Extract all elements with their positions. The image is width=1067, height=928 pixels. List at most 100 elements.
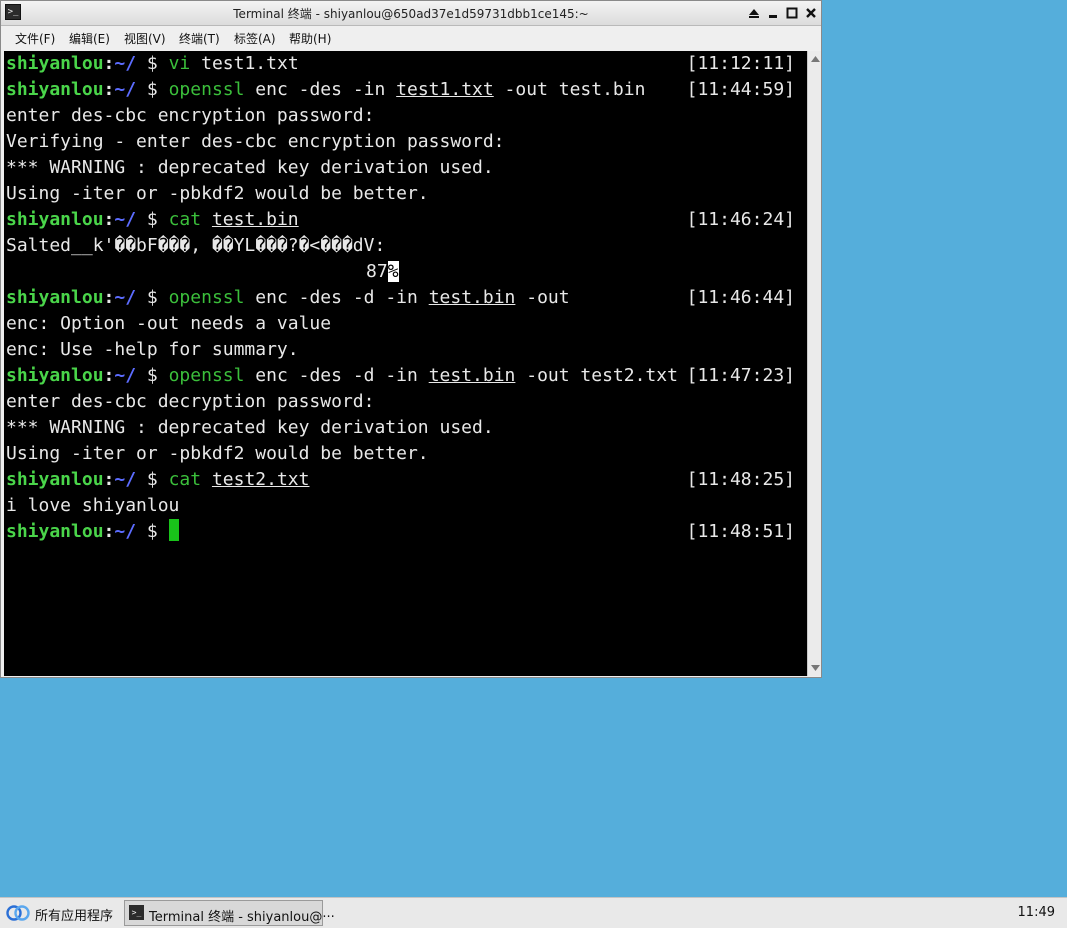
- applications-menu-icon[interactable]: [6, 904, 30, 926]
- command-name: cat: [168, 209, 202, 230]
- file-link[interactable]: test.bin: [429, 287, 516, 308]
- prompt-user: shiyanlou: [6, 287, 104, 308]
- applications-menu-button[interactable]: 所有应用程序: [35, 905, 113, 924]
- output-line: *** WARNING : deprecated key derivation …: [6, 157, 494, 178]
- prompt-colon: :: [103, 79, 115, 100]
- prompt-path: ~/: [114, 287, 137, 308]
- prompt-user: shiyanlou: [6, 53, 104, 74]
- shade-icon[interactable]: [745, 4, 762, 21]
- timestamp: [11:44:59]: [686, 79, 795, 100]
- scroll-up-icon[interactable]: [809, 53, 821, 65]
- menu-bar: 文件(F) 编辑(E) 视图(V) 终端(T) 标签(A) 帮助(H): [1, 26, 821, 48]
- command-args: -out: [515, 287, 570, 308]
- terminal-line: shiyanlou:~/ $ cat test.bin: [6, 207, 299, 233]
- prompt-symbol: $: [136, 79, 169, 100]
- prompt-colon: :: [103, 469, 115, 490]
- command-name: cat: [168, 469, 202, 490]
- prompt-user: shiyanlou: [6, 521, 104, 542]
- text-cursor[interactable]: [168, 519, 179, 541]
- prompt-symbol: $: [136, 469, 169, 490]
- current-prompt-line: shiyanlou:~/ $: [6, 519, 179, 545]
- terminal-line: shiyanlou:~/ $ vi test1.txt: [6, 51, 299, 77]
- terminal-icon: >_: [129, 905, 144, 920]
- taskbar-terminal-button[interactable]: >_ Terminal 终端 - shiyanlou@···: [124, 900, 335, 926]
- taskbar-terminal-label: Terminal 终端 - shiyanlou@···: [149, 910, 335, 925]
- timestamp: [11:48:51]: [686, 521, 795, 542]
- prompt-symbol: $: [136, 209, 169, 230]
- command-name: openssl: [168, 365, 245, 386]
- timestamp: [11:46:44]: [686, 287, 795, 308]
- command-args: enc -des -d -in: [244, 365, 429, 386]
- maximize-icon[interactable]: [783, 4, 800, 21]
- prompt-colon: :: [103, 365, 115, 386]
- prompt-path: ~/: [114, 209, 137, 230]
- prompt-user: shiyanlou: [6, 209, 104, 230]
- prompt-symbol: $: [136, 287, 169, 308]
- menu-terminal[interactable]: 终端(T): [179, 30, 220, 47]
- prompt-path: ~/: [114, 469, 137, 490]
- command-args: enc -des -in: [244, 79, 397, 100]
- binary-text: 87: [366, 261, 388, 282]
- close-icon[interactable]: [802, 4, 819, 21]
- output-line: Using -iter or -pbkdf2 would be better.: [6, 183, 429, 204]
- output-line: *** WARNING : deprecated key derivation …: [6, 417, 494, 438]
- command-args: -out test.bin: [493, 79, 646, 100]
- command-name: vi: [168, 53, 191, 74]
- title-bar[interactable]: >_ Terminal 终端 - shiyanlou@650ad37e1d597…: [1, 1, 821, 26]
- timestamp: [11:12:11]: [686, 53, 795, 74]
- timestamp: [11:48:25]: [686, 469, 795, 490]
- window-title: Terminal 终端 - shiyanlou@650ad37e1d59731d…: [233, 7, 589, 21]
- prompt-user: shiyanlou: [6, 79, 104, 100]
- output-line: Verifying - enter des-cbc encryption pas…: [6, 131, 505, 152]
- binary-output-line: 87%: [366, 259, 399, 285]
- binary-output-line: Salted__k'��bF���, ��YL���?�<���dV:: [6, 235, 386, 256]
- prompt-symbol: $: [136, 53, 169, 74]
- minimize-icon[interactable]: [764, 4, 781, 21]
- terminal-window: >_ Terminal 终端 - shiyanlou@650ad37e1d597…: [0, 0, 822, 678]
- prompt-path: ~/: [114, 53, 137, 74]
- terminal-line: shiyanlou:~/ $ openssl enc -des -d -in t…: [6, 363, 678, 389]
- terminal-line: shiyanlou:~/ $ cat test2.txt: [6, 467, 310, 493]
- menu-view[interactable]: 视图(V): [124, 30, 166, 47]
- file-link[interactable]: test.bin: [212, 209, 299, 230]
- prompt-symbol: $: [136, 521, 169, 542]
- prompt-path: ~/: [114, 521, 137, 542]
- terminal-line: shiyanlou:~/ $ openssl enc -des -in test…: [6, 77, 645, 103]
- timestamp: [11:46:24]: [686, 209, 795, 230]
- prompt-user: shiyanlou: [6, 469, 104, 490]
- command-name: openssl: [168, 287, 245, 308]
- prompt-colon: :: [103, 53, 115, 74]
- vertical-scrollbar[interactable]: [807, 51, 821, 676]
- command-name: openssl: [168, 79, 245, 100]
- end-of-output-marker: %: [387, 261, 399, 282]
- prompt-colon: :: [103, 209, 115, 230]
- command-args: test1.txt: [190, 53, 299, 74]
- terminal-line: shiyanlou:~/ $ openssl enc -des -d -in t…: [6, 285, 570, 311]
- command-args: enc -des -d -in: [244, 287, 429, 308]
- output-line: Using -iter or -pbkdf2 would be better.: [6, 443, 429, 464]
- timestamp: [11:47:23]: [686, 365, 795, 386]
- prompt-colon: :: [103, 521, 115, 542]
- menu-help[interactable]: 帮助(H): [289, 30, 331, 47]
- output-line: enc: Option -out needs a value: [6, 313, 332, 334]
- menu-edit[interactable]: 编辑(E): [69, 30, 110, 47]
- clock[interactable]: 11:49: [1018, 905, 1055, 920]
- taskbar: 所有应用程序 >_ Terminal 终端 - shiyanlou@··· 11…: [0, 897, 1067, 928]
- output-line: enc: Use -help for summary.: [6, 339, 299, 360]
- prompt-colon: :: [103, 287, 115, 308]
- file-link[interactable]: test1.txt: [396, 79, 494, 100]
- prompt-path: ~/: [114, 79, 137, 100]
- terminal-output[interactable]: shiyanlou:~/ $ vi test1.txt [11:12:11] s…: [4, 51, 807, 676]
- prompt-symbol: $: [136, 365, 169, 386]
- prompt-user: shiyanlou: [6, 365, 104, 386]
- output-line: enter des-cbc encryption password:: [6, 105, 375, 126]
- output-line: i love shiyanlou: [6, 495, 180, 516]
- menu-file[interactable]: 文件(F): [15, 30, 55, 47]
- command-args: -out test2.txt: [515, 365, 678, 386]
- prompt-path: ~/: [114, 365, 137, 386]
- menu-tabs[interactable]: 标签(A): [234, 30, 276, 47]
- file-link[interactable]: test2.txt: [212, 469, 310, 490]
- output-line: enter des-cbc decryption password:: [6, 391, 375, 412]
- file-link[interactable]: test.bin: [429, 365, 516, 386]
- scroll-down-icon[interactable]: [809, 662, 821, 674]
